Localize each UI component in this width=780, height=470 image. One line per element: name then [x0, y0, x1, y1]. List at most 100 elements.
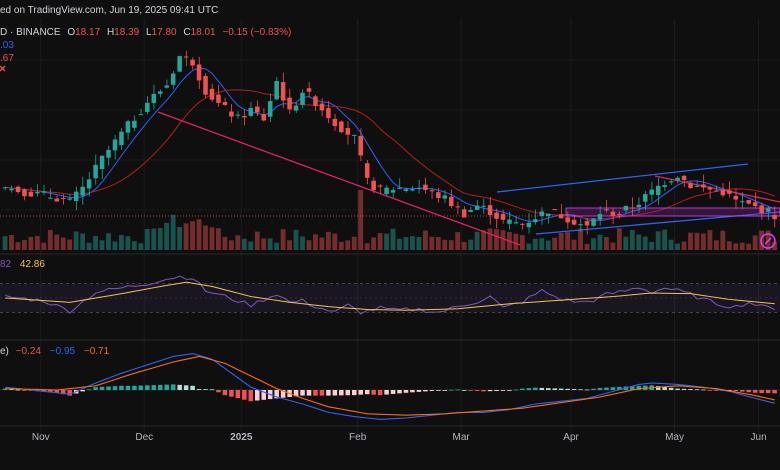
candle-body: [106, 149, 111, 158]
volume-bar: [668, 239, 674, 250]
close-icon[interactable]: [0, 65, 6, 72]
volume-bar: [177, 226, 183, 250]
candle-body: [436, 192, 441, 199]
macd-histogram-bar: [752, 390, 758, 393]
rsi-pane: [0, 275, 780, 315]
volume-bar: [733, 243, 739, 250]
candle-body: [539, 211, 545, 217]
volume-bar: [616, 228, 622, 250]
candle-body: [604, 209, 609, 211]
macd-histogram-bar: [358, 390, 363, 395]
candle-body: [80, 186, 85, 196]
candle-body: [455, 206, 460, 208]
candle-body: [571, 219, 577, 225]
macd-histogram-bar: [196, 389, 202, 390]
candle-body: [558, 214, 564, 219]
candle-body: [701, 184, 706, 188]
macd-histogram-bar: [177, 384, 182, 390]
macd-histogram-bar: [151, 385, 157, 390]
candle-body: [643, 194, 648, 202]
candle-body: [222, 102, 228, 105]
candle-body: [494, 212, 499, 219]
candle-body: [235, 114, 241, 116]
candle-body: [552, 209, 557, 211]
volume-bar: [558, 233, 564, 250]
volume-bar: [151, 228, 157, 250]
volume-bar: [442, 239, 448, 250]
macd-histogram-bar: [610, 387, 616, 390]
macd-histogram-bar: [222, 390, 228, 396]
candle-body: [332, 118, 338, 127]
candle-body: [300, 92, 305, 105]
candle-body: [630, 207, 635, 209]
candle-body: [170, 73, 176, 85]
candle-body: [306, 88, 312, 92]
macd-histogram-bar: [229, 390, 234, 397]
volume-bar: [241, 238, 247, 250]
candle-body: [649, 189, 654, 195]
volume-bar: [274, 242, 280, 250]
candle-body: [326, 108, 331, 119]
volume-bar: [196, 219, 202, 250]
volume-bar: [545, 240, 551, 250]
volume-bar: [435, 236, 441, 250]
high-value: 18.39: [114, 27, 139, 38]
rsi-legend: 82 42.86: [0, 259, 45, 270]
candle-body: [119, 131, 124, 146]
macd-histogram-bar: [112, 386, 118, 390]
volume-bar: [455, 232, 461, 250]
macd-histogram-bar: [190, 385, 195, 390]
macd-histogram-bar: [80, 390, 85, 392]
volume-bar: [675, 243, 680, 250]
rsi-ma-value: 42.86: [20, 259, 45, 270]
macd-line-value: −0.95: [50, 346, 76, 357]
macd-histogram-bar: [313, 390, 318, 396]
candle-body: [93, 164, 98, 179]
macd-label: e): [0, 346, 9, 357]
macd-histogram-bar: [507, 390, 512, 391]
candle-body: [196, 64, 202, 81]
volume-bar: [332, 233, 338, 250]
candle-body: [339, 121, 344, 133]
candle-body: [145, 102, 150, 112]
candle-body: [694, 185, 700, 187]
macd-histogram-bar: [740, 390, 745, 392]
candle-body: [151, 93, 157, 104]
volume-bar: [287, 240, 292, 250]
volume-bar: [377, 233, 383, 250]
macd-histogram-bar: [326, 390, 331, 396]
macd-histogram-bar: [145, 385, 150, 390]
volume-bar: [713, 240, 719, 250]
macd-histogram-bar: [183, 385, 189, 390]
macd-histogram-bar: [390, 390, 396, 394]
macd-histogram-bar: [701, 389, 706, 391]
volume-bar: [235, 235, 241, 250]
candle-body: [216, 94, 221, 103]
volume-bar: [397, 238, 402, 250]
macd-histogram-bar: [158, 384, 163, 390]
candle-body: [9, 188, 14, 191]
volume-bar: [539, 238, 545, 250]
volume-bar: [15, 242, 21, 250]
macd-histogram-bar: [22, 390, 27, 391]
macd-histogram-bar: [93, 387, 98, 390]
candle-body: [513, 222, 519, 224]
x-tick-label: 2025: [230, 432, 253, 443]
candle-body: [229, 111, 234, 117]
volume-bar: [410, 236, 415, 250]
symbol-label: D · BINANCE: [0, 27, 61, 38]
volume-bar: [403, 236, 409, 250]
candle-body: [520, 223, 525, 225]
candle-body: [746, 199, 751, 204]
volume-bar: [584, 243, 590, 250]
change-value: −0.15 (−0.83%): [222, 27, 291, 38]
volume-bar: [662, 229, 668, 250]
candle-body: [183, 56, 189, 58]
candle-body: [384, 187, 389, 195]
x-tick-label: Jun: [751, 432, 767, 443]
candle-body: [727, 190, 732, 194]
volume-bar: [73, 231, 79, 250]
volume-bar: [216, 228, 221, 250]
volume-bar: [500, 230, 506, 250]
volume-bar: [261, 238, 267, 250]
